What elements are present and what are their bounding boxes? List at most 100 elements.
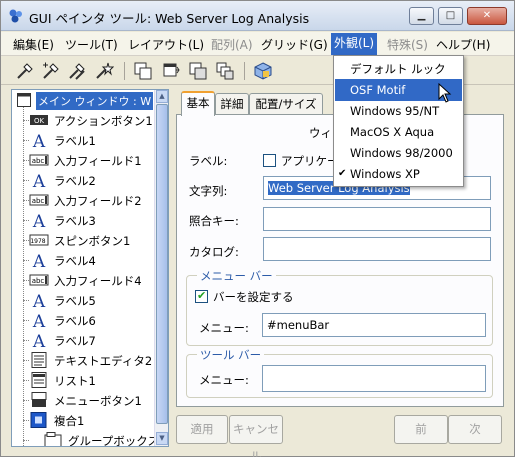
maximize-button[interactable]: □ (438, 7, 463, 25)
tree-item[interactable]: 複合1 (12, 410, 155, 430)
copy-window-icon[interactable] (133, 61, 153, 81)
catalog-input[interactable] (263, 237, 491, 261)
close-button[interactable]: ✕ (467, 7, 507, 25)
label-a-icon: A (29, 132, 49, 152)
window-title: GUI ペインタ ツール: Web Server Log Analysis (29, 11, 310, 26)
tree-item-label: ラベル6 (54, 314, 96, 328)
tab-details[interactable]: 詳細 (215, 93, 249, 115)
tree-item[interactable]: abc 入力フィールド1 (12, 150, 155, 170)
tree-item-label: ラベル4 (54, 254, 96, 268)
ok-button-icon: OK (29, 112, 49, 128)
next-button[interactable]: 次 (448, 415, 502, 444)
menu-appearance[interactable]: 外観(L) (331, 33, 378, 55)
tree-item[interactable]: リスト1 (12, 370, 155, 390)
menubar-menu-input[interactable]: #menuBar (262, 313, 486, 337)
appearance-menu-item[interactable]: Windows 95/NT (335, 100, 462, 122)
appearance-menu-item[interactable]: MacOS X Aqua (335, 121, 462, 143)
tree-item[interactable]: A ラベル1 (12, 130, 155, 152)
text-field-icon: abc (29, 272, 49, 288)
prev-button[interactable]: 前 (394, 415, 448, 444)
window-icon (17, 93, 31, 107)
svg-text:abc: abc (32, 157, 45, 165)
tree-item-label: スピンボタン1 (54, 234, 131, 248)
menu-grid[interactable]: グリッド(G) (261, 36, 328, 53)
app-logo-icon (9, 9, 22, 23)
mouse-cursor-icon (438, 83, 452, 103)
tree-item[interactable]: メニューボタン1 (12, 390, 155, 410)
toolbar-menu-input[interactable] (262, 365, 486, 392)
menubar-group-title: メニュー バー (197, 268, 276, 284)
appearance-menu-item-label: Windows 95/NT (350, 104, 440, 118)
appearance-menu-item[interactable]: ✔ Windows XP (335, 163, 462, 185)
menu-layout[interactable]: レイアウト(L) (128, 36, 204, 53)
app-window: GUI ペインタ ツール: Web Server Log Analysis ▁ … (0, 0, 515, 457)
appearance-menu-item-label: Windows 98/2000 (350, 146, 453, 160)
tree-item-label: グループボックス (68, 434, 159, 447)
tree-item[interactable]: OK アクションボタン1 (12, 110, 155, 130)
title-bar[interactable]: GUI ペインタ ツール: Web Server Log Analysis ▁ … (1, 1, 514, 31)
toolbar-separator (124, 62, 125, 80)
cancel-button[interactable]: キャンセル (229, 415, 283, 457)
tree-item[interactable]: A ラベル2 (12, 170, 155, 192)
menu-help[interactable]: ヘルプ(H) (436, 36, 490, 53)
svg-text:abc: abc (32, 277, 45, 285)
toolbar-group-title: ツール バー (197, 347, 265, 363)
tree-scrollbar[interactable]: ▲ ▼ (154, 90, 168, 446)
window-group-icon[interactable] (188, 61, 208, 81)
tree-item-label: 複合1 (54, 414, 85, 428)
set-bar-checkbox[interactable] (195, 289, 208, 303)
svg-text:A: A (32, 312, 46, 328)
spin-button-icon: 1978 (29, 232, 49, 248)
toolbar-menu-label: メニュー: (199, 373, 249, 387)
tree-item[interactable]: A ラベル5 (12, 290, 155, 312)
component-tree[interactable]: メイン ウィンドウ : W OK アクションボタン1 A ラベル1 abc 入力フィールド… (11, 89, 169, 447)
tree-item[interactable]: テキストエディタ2 (12, 350, 155, 370)
window-layers-icon[interactable] (215, 61, 235, 81)
composite-icon (29, 412, 49, 428)
appearance-menu-item[interactable]: デフォルト ルック (335, 58, 462, 80)
apply-button[interactable]: 適用 (176, 415, 228, 444)
scroll-down-icon[interactable]: ▼ (156, 432, 168, 445)
set-bar-label: バーを設定する (213, 290, 294, 304)
tree-item[interactable]: A ラベル3 (12, 210, 155, 232)
panel-heading: ウィ (309, 126, 332, 140)
svg-text:A: A (32, 292, 46, 308)
tree-item-label: リスト1 (54, 374, 96, 388)
menu-edit[interactable]: 編集(E) (13, 36, 54, 53)
menubar-menu-label: メニュー: (199, 321, 249, 335)
scroll-thumb[interactable] (156, 104, 168, 424)
tree-item[interactable]: A ラベル6 (12, 310, 155, 332)
list-icon (29, 372, 49, 388)
tree-item[interactable]: A ラベル4 (12, 250, 155, 272)
label-a-icon: A (29, 252, 49, 272)
tab-basic[interactable]: 基本 (181, 91, 215, 116)
tree-item[interactable]: abc 入力フィールド2 (12, 190, 155, 210)
menu-button-icon (29, 392, 49, 408)
toolbar-separator (244, 62, 245, 80)
ref-key-input[interactable] (263, 207, 491, 231)
appearance-menu-item[interactable]: Windows 98/2000 (335, 142, 462, 164)
wand-icon[interactable] (15, 61, 35, 81)
menu-special[interactable]: 特殊(S) (387, 36, 428, 53)
scroll-up-icon[interactable]: ▲ (156, 90, 168, 103)
tree-item-label: 入力フィールド4 (54, 274, 142, 288)
tree-item[interactable]: abc 入力フィールド4 (12, 270, 155, 290)
window-icon[interactable] (161, 61, 181, 81)
tab-position-size[interactable]: 配置/サイズ (249, 93, 323, 115)
wand-add-icon[interactable] (41, 61, 61, 81)
cube-icon[interactable] (253, 61, 273, 81)
tree-item[interactable]: A ラベル7 (12, 330, 155, 352)
wand-multi-icon[interactable] (68, 61, 88, 81)
app-checkbox[interactable] (263, 154, 276, 167)
wand-star-icon[interactable] (94, 61, 114, 81)
svg-text:A: A (32, 212, 46, 228)
menu-arrange[interactable]: 配列(A) (211, 36, 253, 53)
tree-root-node[interactable]: メイン ウィンドウ : W (14, 90, 155, 110)
tree-item[interactable]: 1978 スピンボタン1 (12, 230, 155, 250)
tree-item-label: 入力フィールド1 (54, 154, 142, 168)
label-a-icon: A (29, 212, 49, 232)
tree-item[interactable]: グループボックス (26, 430, 168, 447)
menu-tools[interactable]: ツール(T) (65, 36, 118, 53)
minimize-button[interactable]: ▁ (409, 7, 434, 25)
label-field-label: ラベル: (189, 154, 228, 168)
